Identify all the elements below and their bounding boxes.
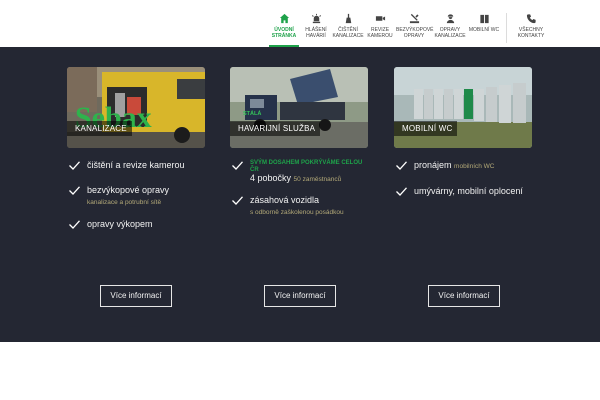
nav-label-kontakty: VŠECHNY KONTAKTY — [517, 27, 545, 39]
nav-label-cisteni: ČIŠTĚNÍ KANALIZACE — [332, 27, 364, 39]
nav-label-revize: REVIZE KAMEROU — [367, 27, 393, 39]
services-section: Sebax KANALIZACE čištění a revize kamero… — [0, 47, 600, 342]
mobilni-wc-list: pronájem mobilních WC umývárny, mobilní … — [394, 160, 534, 197]
check-icon — [232, 196, 243, 205]
phone-icon — [513, 13, 549, 27]
list-item-text: čištění a revize kamerou — [87, 160, 185, 170]
list-item-subtext: mobilních WC — [454, 163, 495, 170]
list-item: zásahová vozidla s odborně zaškolenou po… — [230, 195, 370, 217]
nav-item-home[interactable]: ÚVODNÍ STRÁNKA — [268, 10, 300, 47]
cleaning-icon — [332, 13, 364, 27]
list-item: umývárny, mobilní oplocení — [394, 186, 534, 197]
kanalizace-photo[interactable]: Sebax KANALIZACE — [67, 67, 205, 148]
service-column-kanalizace: Sebax KANALIZACE čištění a revize kamero… — [67, 67, 207, 240]
alarm-icon — [300, 13, 332, 27]
nav-label-hlaseni: HLÁŠENÍ HAVÁRIÍ — [305, 27, 327, 39]
check-icon — [396, 187, 407, 196]
more-info-button-kanalizace[interactable]: Více informací — [100, 285, 172, 307]
havarijni-photo-subtag: STÁLÁ — [243, 111, 262, 117]
mobilni-wc-photo[interactable]: MOBILNÍ WC — [394, 67, 532, 148]
havarijni-list: SVÝM DOSAHEM POKRÝVÁME CELOU ČR 4 pobočk… — [230, 160, 370, 217]
home-icon — [268, 13, 300, 27]
list-item: pronájem mobilních WC — [394, 160, 534, 172]
worker-icon — [432, 13, 468, 27]
list-item: bezvýkopové opravy kanalizace a potrubní… — [67, 185, 207, 207]
nav-item-bezvykopove[interactable]: BEZVÝKOPOVÉ OPRAVY — [396, 10, 434, 47]
nav-item-kontakty[interactable]: VŠECHNY KONTAKTY — [513, 10, 549, 47]
toilet-icon — [468, 13, 500, 27]
list-item-subtext: s odborně zaškolenou posádkou — [250, 209, 344, 216]
check-icon — [232, 161, 243, 170]
check-icon — [69, 161, 80, 170]
repair-icon — [396, 13, 432, 27]
nav-item-cisteni[interactable]: ČIŠTĚNÍ KANALIZACE — [332, 10, 364, 47]
nav-item-revize[interactable]: REVIZE KAMEROU — [364, 10, 396, 47]
list-item-text: 4 pobočky — [250, 173, 292, 183]
list-item: SVÝM DOSAHEM POKRÝVÁME CELOU ČR 4 pobočk… — [230, 160, 370, 185]
more-info-button-mobilni-wc[interactable]: Více informací — [428, 285, 500, 307]
nav-label-home: ÚVODNÍ STRÁNKA — [271, 27, 297, 39]
mobilni-wc-photo-tag: MOBILNÍ WC — [394, 121, 458, 136]
list-item-subtext: 50 zaměstnanců — [293, 176, 342, 183]
camera-icon — [364, 13, 396, 27]
nav-label-bezvykopove: BEZVÝKOPOVÉ OPRAVY — [396, 27, 434, 39]
nav-item-mobilni-wc[interactable]: MOBILNÍ WC — [468, 10, 500, 47]
havarijni-photo-tag: HAVARIJNÍ SLUŽBA — [230, 121, 321, 136]
kanalizace-photo-tag: KANALIZACE — [67, 121, 132, 136]
list-item-text: umývárny, mobilní oplocení — [414, 186, 523, 196]
kanalizace-list: čištění a revize kamerou bezvýkopové opr… — [67, 160, 207, 230]
page: ÚVODNÍ STRÁNKA HLÁŠENÍ HAVÁRIÍ ČIŠTĚNÍ K… — [0, 0, 600, 400]
list-item-highlight: SVÝM DOSAHEM POKRÝVÁME CELOU ČR — [250, 160, 363, 173]
check-icon — [69, 220, 80, 229]
more-info-button-havarijni[interactable]: Více informací — [264, 285, 336, 307]
main-nav: ÚVODNÍ STRÁNKA HLÁŠENÍ HAVÁRIÍ ČIŠTĚNÍ K… — [268, 10, 549, 47]
list-item-subtext: kanalizace a potrubní sítě — [87, 199, 162, 206]
havarijni-photo[interactable]: STÁLÁ HAVARIJNÍ SLUŽBA — [230, 67, 368, 148]
list-item-text: zásahová vozidla — [250, 195, 320, 205]
service-column-havarijni: STÁLÁ HAVARIJNÍ SLUŽBA SVÝM DOSAHEM POKR… — [230, 67, 370, 227]
list-item: opravy výkopem — [67, 219, 207, 230]
list-item-text: bezvýkopové opravy — [87, 185, 170, 195]
nav-label-mobilni-wc: MOBILNÍ WC — [468, 27, 500, 33]
check-icon — [69, 186, 80, 195]
list-item-text: opravy výkopem — [87, 219, 153, 229]
nav-item-hlaseni[interactable]: HLÁŠENÍ HAVÁRIÍ — [300, 10, 332, 47]
list-item-text: pronájem — [414, 160, 452, 170]
nav-label-opravy: OPRAVY KANALIZACE — [434, 27, 466, 39]
list-item: čištění a revize kamerou — [67, 160, 207, 171]
nav-item-opravy[interactable]: OPRAVY KANALIZACE — [432, 10, 468, 47]
nav-divider — [506, 13, 507, 43]
check-icon — [396, 161, 407, 170]
top-navigation-bar: ÚVODNÍ STRÁNKA HLÁŠENÍ HAVÁRIÍ ČIŠTĚNÍ K… — [0, 0, 600, 47]
service-column-mobilni-wc: MOBILNÍ WC pronájem mobilních WC umývárn… — [394, 67, 534, 207]
